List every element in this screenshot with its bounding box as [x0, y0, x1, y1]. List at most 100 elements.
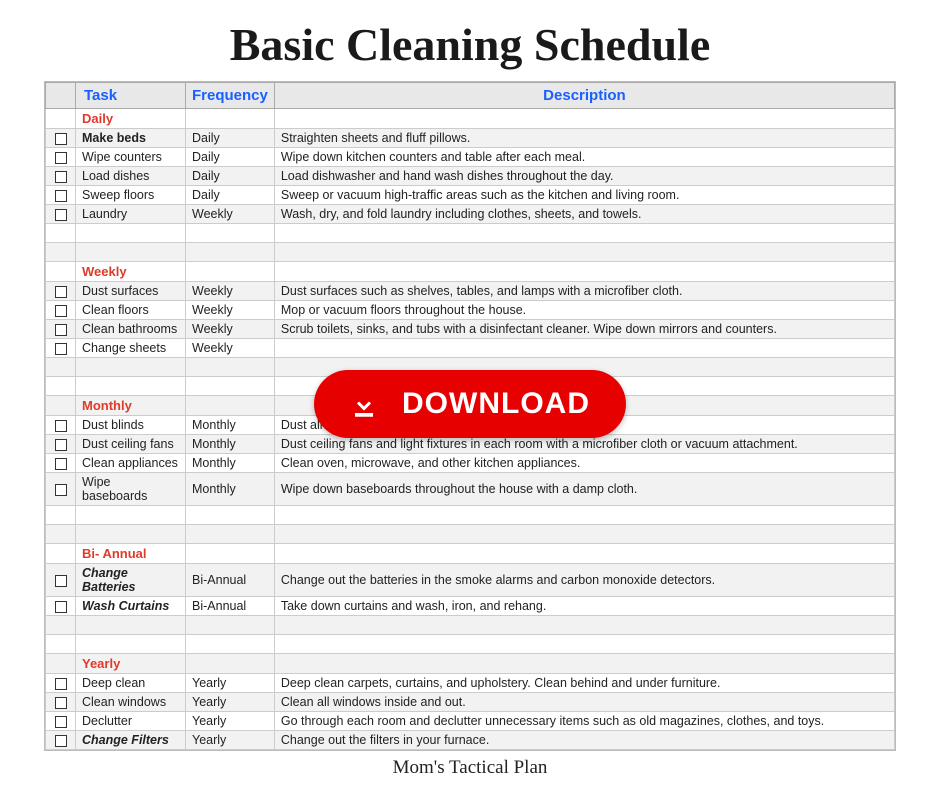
- task-checkbox[interactable]: [55, 190, 67, 202]
- task-frequency: Daily: [186, 167, 275, 186]
- empty-cell: [76, 525, 186, 544]
- task-description: Deep clean carpets, curtains, and uphols…: [274, 674, 894, 693]
- task-description: [274, 339, 894, 358]
- task-name: Clean appliances: [76, 454, 186, 473]
- page-title: Basic Cleaning Schedule: [0, 0, 940, 81]
- task-frequency: Weekly: [186, 320, 275, 339]
- empty-cell: [274, 544, 894, 564]
- task-description: Scrub toilets, sinks, and tubs with a di…: [274, 320, 894, 339]
- task-description: Sweep or vacuum high-traffic areas such …: [274, 186, 894, 205]
- task-checkbox[interactable]: [55, 420, 67, 432]
- empty-cell: [274, 109, 894, 129]
- empty-check-cell: [46, 262, 76, 282]
- empty-cell: [46, 616, 76, 635]
- download-arrow-icon: [344, 384, 384, 424]
- task-checkbox[interactable]: [55, 439, 67, 451]
- task-checkbox[interactable]: [55, 735, 67, 747]
- task-name: Clean floors: [76, 301, 186, 320]
- empty-cell: [186, 358, 275, 377]
- task-checkbox[interactable]: [55, 484, 67, 496]
- empty-cell: [46, 358, 76, 377]
- task-checkbox[interactable]: [55, 286, 67, 298]
- task-frequency: Daily: [186, 186, 275, 205]
- checkbox-cell: [46, 186, 76, 205]
- task-checkbox[interactable]: [55, 716, 67, 728]
- checkbox-cell: [46, 674, 76, 693]
- empty-cell: [186, 544, 275, 564]
- task-frequency: Daily: [186, 148, 275, 167]
- task-checkbox[interactable]: [55, 152, 67, 164]
- task-frequency: Yearly: [186, 712, 275, 731]
- empty-cell: [186, 243, 275, 262]
- task-checkbox[interactable]: [55, 697, 67, 709]
- task-name: Make beds: [76, 129, 186, 148]
- section-header: Weekly: [76, 262, 186, 282]
- checkbox-cell: [46, 129, 76, 148]
- task-description: Change out the batteries in the smoke al…: [274, 564, 894, 597]
- empty-cell: [274, 654, 894, 674]
- task-frequency: Weekly: [186, 282, 275, 301]
- task-description: Clean all windows inside and out.: [274, 693, 894, 712]
- task-checkbox[interactable]: [55, 133, 67, 145]
- task-name: Wash Curtains: [76, 597, 186, 616]
- task-checkbox[interactable]: [55, 324, 67, 336]
- task-description: Clean oven, microwave, and other kitchen…: [274, 454, 894, 473]
- checkbox-cell: [46, 205, 76, 224]
- empty-cell: [46, 525, 76, 544]
- task-frequency: Monthly: [186, 416, 275, 435]
- task-frequency: Yearly: [186, 693, 275, 712]
- task-checkbox[interactable]: [55, 343, 67, 355]
- empty-cell: [186, 506, 275, 525]
- task-name: Declutter: [76, 712, 186, 731]
- task-checkbox[interactable]: [55, 171, 67, 183]
- task-checkbox[interactable]: [55, 601, 67, 613]
- task-checkbox[interactable]: [55, 209, 67, 221]
- task-name: Change Filters: [76, 731, 186, 750]
- empty-cell: [186, 396, 275, 416]
- empty-cell: [76, 243, 186, 262]
- task-name: Wipe baseboards: [76, 473, 186, 506]
- empty-cell: [76, 358, 186, 377]
- col-description: Description: [274, 83, 894, 109]
- task-checkbox[interactable]: [55, 575, 67, 587]
- empty-cell: [46, 635, 76, 654]
- download-button[interactable]: DOWNLOAD: [314, 370, 626, 438]
- task-name: Wipe counters: [76, 148, 186, 167]
- task-description: Change out the filters in your furnace.: [274, 731, 894, 750]
- checkbox-cell: [46, 339, 76, 358]
- empty-cell: [186, 224, 275, 243]
- empty-cell: [274, 525, 894, 544]
- task-checkbox[interactable]: [55, 678, 67, 690]
- task-frequency: Monthly: [186, 435, 275, 454]
- download-label: DOWNLOAD: [402, 387, 590, 421]
- checkbox-cell: [46, 416, 76, 435]
- task-frequency: Weekly: [186, 301, 275, 320]
- empty-cell: [76, 506, 186, 525]
- col-task: Task: [76, 83, 186, 109]
- task-name: Clean windows: [76, 693, 186, 712]
- task-checkbox[interactable]: [55, 458, 67, 470]
- empty-check-cell: [46, 109, 76, 129]
- task-description: Wash, dry, and fold laundry including cl…: [274, 205, 894, 224]
- empty-cell: [186, 635, 275, 654]
- task-name: Dust surfaces: [76, 282, 186, 301]
- task-name: Laundry: [76, 205, 186, 224]
- section-header: Monthly: [76, 396, 186, 416]
- empty-cell: [186, 377, 275, 396]
- empty-check-cell: [46, 654, 76, 674]
- section-header: Bi- Annual: [76, 544, 186, 564]
- checkbox-cell: [46, 712, 76, 731]
- empty-cell: [274, 616, 894, 635]
- checkbox-cell: [46, 454, 76, 473]
- task-description: Mop or vacuum floors throughout the hous…: [274, 301, 894, 320]
- checkbox-cell: [46, 731, 76, 750]
- empty-cell: [274, 262, 894, 282]
- task-name: Change Batteries: [76, 564, 186, 597]
- checkbox-cell: [46, 473, 76, 506]
- task-description: Take down curtains and wash, iron, and r…: [274, 597, 894, 616]
- task-checkbox[interactable]: [55, 305, 67, 317]
- checkbox-cell: [46, 148, 76, 167]
- task-description: Dust surfaces such as shelves, tables, a…: [274, 282, 894, 301]
- task-frequency: Monthly: [186, 473, 275, 506]
- task-frequency: Weekly: [186, 339, 275, 358]
